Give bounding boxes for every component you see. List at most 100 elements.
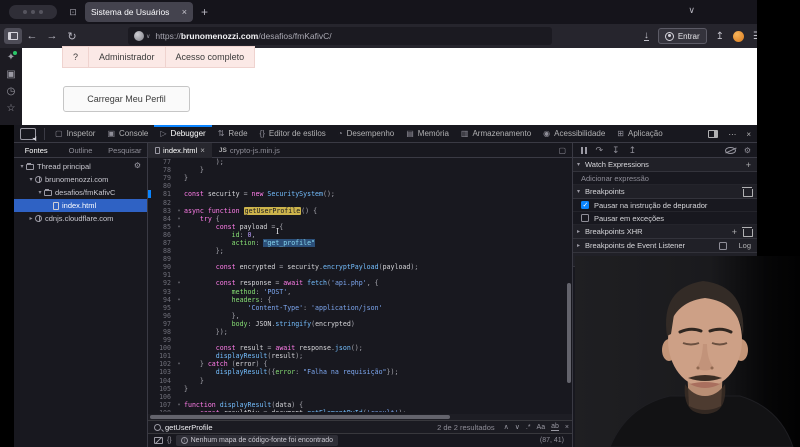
vertical-scrollbar[interactable] bbox=[567, 283, 571, 383]
code-line-77[interactable]: 77 ); bbox=[148, 158, 572, 166]
code-line-100[interactable]: 100 const result = await response.json()… bbox=[148, 344, 572, 352]
event-listener-breakpoints-header[interactable]: ▸ Breakpoints de Event Listener Log bbox=[573, 239, 757, 253]
line-number[interactable]: 90 bbox=[148, 263, 174, 271]
code-line-92[interactable]: 92▾ const response = await fetch('api.ph… bbox=[148, 279, 572, 287]
extension-icon[interactable] bbox=[733, 31, 744, 42]
sidebar-toggle-button[interactable] bbox=[4, 28, 22, 44]
fold-arrow-icon[interactable]: ▾ bbox=[174, 297, 184, 303]
dock-side-icon[interactable] bbox=[708, 130, 718, 138]
code-line-97[interactable]: 97 body: JSON.stringify(encrypted) bbox=[148, 320, 572, 328]
line-number[interactable]: 77 bbox=[148, 158, 174, 166]
code-line-107[interactable]: 107▾function displayResult(data) { bbox=[148, 401, 572, 409]
whole-word-toggle[interactable]: ab bbox=[551, 423, 559, 431]
step-in-icon[interactable]: ↧ bbox=[612, 145, 620, 156]
code-line-78[interactable]: 78 } bbox=[148, 166, 572, 174]
code-line-96[interactable]: 96 }, bbox=[148, 312, 572, 320]
new-tab-button[interactable]: + bbox=[201, 5, 208, 19]
devtools-tab-debugger[interactable]: ▷Debugger bbox=[154, 125, 211, 143]
devtools-tab-memória[interactable]: ▤Memória bbox=[400, 125, 455, 143]
line-number[interactable]: 104 bbox=[148, 377, 174, 385]
editor-tab-cryptojs[interactable]: JS crypto-js.min.js bbox=[212, 143, 287, 158]
add-watch-icon[interactable]: + bbox=[746, 160, 751, 170]
line-number[interactable]: 85 bbox=[148, 223, 174, 231]
devtools-tab-inspetor[interactable]: ▢Inspetor bbox=[49, 125, 101, 143]
devtools-more-icon[interactable]: ⋯ bbox=[728, 130, 736, 139]
line-number[interactable]: 93 bbox=[148, 288, 174, 296]
code-line-102[interactable]: 102▾ } catch (error) { bbox=[148, 360, 572, 368]
regex-toggle[interactable]: .* bbox=[526, 424, 531, 431]
editor-tab-indexhtml[interactable]: index.html × bbox=[148, 143, 212, 158]
fold-arrow-icon[interactable]: ▾ bbox=[174, 402, 184, 408]
line-number[interactable]: 105 bbox=[148, 385, 174, 393]
signin-button[interactable]: Entrar bbox=[658, 28, 707, 44]
ignore-source-icon[interactable] bbox=[154, 437, 163, 444]
code-line-79[interactable]: 79} bbox=[148, 174, 572, 182]
code-line-95[interactable]: 95 'Content-Type': 'application/json' bbox=[148, 304, 572, 312]
xhr-breakpoints-header[interactable]: ▸ Breakpoints XHR + bbox=[573, 225, 757, 239]
line-number[interactable]: 87 bbox=[148, 239, 174, 247]
fold-arrow-icon[interactable]: ▾ bbox=[174, 216, 184, 222]
log-checkbox[interactable] bbox=[719, 242, 727, 250]
firefox-view-icon[interactable]: ⊡ bbox=[65, 5, 81, 19]
code-line-103[interactable]: 103 displayResult({error: "Falha na requ… bbox=[148, 368, 572, 376]
sources-settings-gear-icon[interactable]: ⚙ bbox=[134, 161, 141, 170]
share-icon[interactable]: ↥ bbox=[716, 31, 724, 42]
line-number[interactable]: 79 bbox=[148, 174, 174, 182]
line-number[interactable]: 83 bbox=[148, 207, 174, 215]
code-line-83[interactable]: 83▾async function getUserProfile() { bbox=[148, 207, 572, 215]
breakpoints-header[interactable]: ▾ Breakpoints bbox=[573, 185, 757, 199]
list-tabs-icon[interactable]: ∨ bbox=[688, 5, 695, 16]
fold-arrow-icon[interactable]: ▾ bbox=[174, 224, 184, 230]
code-line-80[interactable]: 80 bbox=[148, 182, 572, 190]
add-xhr-breakpoint-icon[interactable]: + bbox=[732, 227, 737, 237]
code-line-87[interactable]: 87 action: "get_profile" bbox=[148, 239, 572, 247]
downloads-icon[interactable]: ↓ bbox=[644, 31, 649, 41]
sources-tab-fontes[interactable]: Fontes bbox=[14, 146, 58, 155]
pause-debugger-option[interactable]: Pausar na instrução de depurador bbox=[573, 199, 757, 212]
remove-breakpoints-icon[interactable] bbox=[743, 187, 751, 196]
forward-icon[interactable]: → bbox=[42, 30, 62, 42]
code-line-84[interactable]: 84▾ try { bbox=[148, 215, 572, 223]
line-number[interactable]: 95 bbox=[148, 304, 174, 312]
source-tree-item-thread-principal[interactable]: ▾Thread principal bbox=[14, 160, 147, 173]
line-number[interactable]: 89 bbox=[148, 255, 174, 263]
code-area[interactable]: 77 );78 }79}8081const security = new Sec… bbox=[148, 158, 572, 412]
code-line-81[interactable]: 81const security = new SecuritySystem(); bbox=[148, 190, 572, 198]
line-number[interactable]: 84 bbox=[148, 215, 174, 223]
checkbox-unchecked[interactable] bbox=[581, 214, 589, 222]
line-number[interactable]: 99 bbox=[148, 336, 174, 344]
line-number[interactable]: 86 bbox=[148, 231, 174, 239]
devtools-tab-armazenamento[interactable]: ▥Armazenamento bbox=[455, 125, 537, 143]
source-tree-item-brunomenozzi-com[interactable]: ▾brunomenozzi.com bbox=[14, 173, 147, 186]
code-line-98[interactable]: 98 }); bbox=[148, 328, 572, 336]
code-line-90[interactable]: 90 const encrypted = security.encryptPay… bbox=[148, 263, 572, 271]
extension-sidebar-icon[interactable]: ▣ bbox=[6, 69, 15, 80]
ai-chat-icon[interactable]: ✦ bbox=[7, 52, 15, 63]
pretty-print-icon[interactable]: { } bbox=[167, 437, 171, 444]
line-number[interactable]: 106 bbox=[148, 393, 174, 401]
devtools-tab-editor-de-estilos[interactable]: {}Editor de estilos bbox=[254, 125, 332, 143]
devtools-close-icon[interactable]: × bbox=[746, 130, 751, 139]
line-number[interactable]: 82 bbox=[148, 199, 174, 207]
code-line-105[interactable]: 105} bbox=[148, 385, 572, 393]
search-input[interactable] bbox=[165, 423, 437, 432]
code-line-82[interactable]: 82 bbox=[148, 198, 572, 206]
editor-tab-list-icon[interactable]: ▢ bbox=[558, 146, 566, 155]
case-toggle[interactable]: Aa bbox=[537, 424, 546, 431]
line-number[interactable]: 101 bbox=[148, 352, 174, 360]
back-icon[interactable]: ← bbox=[22, 30, 42, 42]
line-number[interactable]: 92 bbox=[148, 279, 174, 287]
site-info-chevron-icon[interactable]: ∨ bbox=[146, 33, 150, 40]
code-line-88[interactable]: 88 }; bbox=[148, 247, 572, 255]
line-number[interactable]: 80 bbox=[148, 182, 174, 190]
tab-close-icon[interactable]: × bbox=[178, 7, 187, 17]
line-number[interactable]: 98 bbox=[148, 328, 174, 336]
window-controls[interactable] bbox=[9, 5, 57, 19]
source-tree-item-index-html[interactable]: index.html bbox=[14, 199, 147, 212]
code-line-89[interactable]: 89 bbox=[148, 255, 572, 263]
line-number[interactable]: 97 bbox=[148, 320, 174, 328]
code-line-104[interactable]: 104 } bbox=[148, 377, 572, 385]
fold-arrow-icon[interactable]: ▾ bbox=[174, 361, 184, 367]
source-tree-item-cdnjs-cloudflare-com[interactable]: ▸cdnjs.cloudflare.com bbox=[14, 212, 147, 225]
pause-exceptions-option[interactable]: Pausar em exceções bbox=[573, 212, 757, 225]
